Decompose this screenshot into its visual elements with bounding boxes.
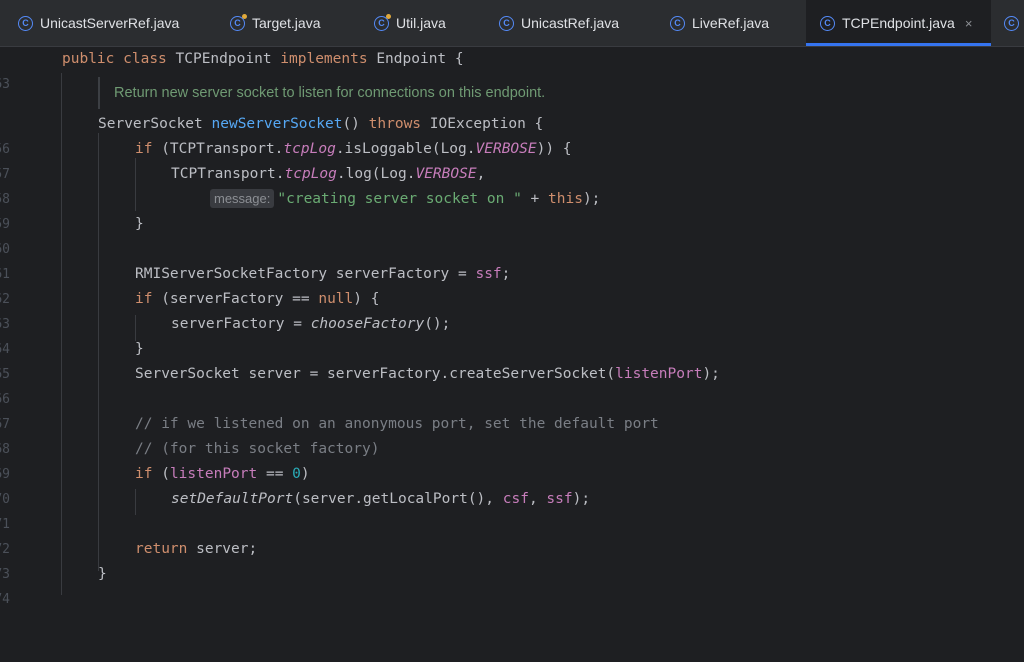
- code-line: 66 ServerSocket server = serverFactory.c…: [0, 362, 1024, 407]
- tab-unicastserverref[interactable]: C UnicastServerRef.java: [18, 0, 179, 46]
- code-comment: // (for this socket factory): [135, 441, 380, 457]
- code-text: }: [135, 216, 144, 232]
- code-text: if (listenPort == 0): [135, 466, 310, 482]
- rendered-doc-comment: Return new server socket to listen for c…: [98, 77, 814, 109]
- class-icon: C: [820, 15, 835, 31]
- code-text: if (TCPTransport.tcpLog.isLoggable(Log.V…: [135, 141, 572, 157]
- code-line: 71 setDefaultPort(server.getLocalPort(),…: [0, 487, 1024, 532]
- tab-tcpendpoint[interactable]: C TCPEndpoint.java ×: [806, 0, 991, 46]
- code-line: 63 if (serverFactory == null) {: [0, 287, 1024, 332]
- tab-label: TCPEndpoint.java: [842, 15, 955, 31]
- parameter-hint: message:: [210, 189, 275, 208]
- tab-unicastref[interactable]: C UnicastRef.java: [499, 0, 619, 46]
- tab-target[interactable]: C Target.java: [230, 0, 320, 46]
- close-icon[interactable]: ×: [965, 16, 973, 31]
- code-editor[interactable]: 63 public class TCPEndpoint implements E…: [0, 47, 1024, 607]
- code-text: ServerSocket newServerSocket() throws IO…: [98, 116, 544, 132]
- code-line: 73 return server;: [0, 537, 1024, 582]
- code-line: 56 ServerSocket newServerSocket() throws…: [0, 112, 1024, 157]
- tab-overflow[interactable]: C: [1004, 0, 1024, 46]
- tab-label: LiveRef.java: [692, 15, 770, 31]
- tab-label: Util.java: [396, 15, 446, 31]
- code-text: ServerSocket server = serverFactory.crea…: [135, 366, 720, 382]
- editor-tab-bar: C UnicastServerRef.java C Target.java C …: [0, 0, 1024, 47]
- code-text: message: "creating server socket on " + t…: [210, 187, 600, 212]
- code-text: }: [135, 341, 144, 357]
- code-text: setDefaultPort(server.getLocalPort(), cs…: [171, 491, 591, 507]
- code-text: public class TCPEndpoint implements Endp…: [62, 51, 464, 67]
- code-line: 58 TCPTransport.tcpLog.log(Log.VERBOSE,: [0, 162, 1024, 207]
- code-line: 60 }: [0, 212, 1024, 257]
- class-icon: C: [499, 15, 514, 31]
- code-text: if (serverFactory == null) {: [135, 291, 380, 307]
- code-line: 62 RMIServerSocketFactory serverFactory …: [0, 262, 1024, 307]
- code-line: 65 }: [0, 337, 1024, 382]
- class-icon: C: [670, 15, 685, 31]
- code-line: 63 public class TCPEndpoint implements E…: [0, 47, 1024, 92]
- line-number: 74: [0, 592, 10, 607]
- code-text: TCPTransport.tcpLog.log(Log.VERBOSE,: [171, 166, 486, 182]
- code-line: 67: [0, 387, 1024, 432]
- class-icon: C: [230, 13, 247, 31]
- code-line: 74 }: [0, 562, 1024, 607]
- line-number: 63: [0, 77, 10, 92]
- tab-label: UnicastServerRef.java: [40, 15, 180, 31]
- code-line: 70 if (listenPort == 0): [0, 462, 1024, 507]
- code-line: 72: [0, 512, 1024, 557]
- tab-util[interactable]: C Util.java: [374, 0, 446, 46]
- code-line: 57 if (TCPTransport.tcpLog.isLoggable(Lo…: [0, 137, 1024, 182]
- code-comment: // if we listened on an anonymous port, …: [135, 416, 659, 432]
- tab-label: Target.java: [252, 15, 321, 31]
- code-line: 69 // (for this socket factory): [0, 437, 1024, 482]
- code-line: 59 message:"creating server socket on " …: [0, 187, 1024, 232]
- tab-liveref[interactable]: C LiveRef.java: [670, 0, 769, 46]
- tab-label: UnicastRef.java: [521, 15, 620, 31]
- code-line: 61: [0, 237, 1024, 282]
- code-line: 68 // if we listened on an anonymous por…: [0, 412, 1024, 457]
- class-icon: C: [374, 13, 391, 31]
- code-text: return server;: [135, 541, 258, 557]
- code-line: 64 serverFactory = chooseFactory();: [0, 312, 1024, 357]
- class-icon: C: [18, 15, 33, 31]
- code-text: serverFactory = chooseFactory();: [171, 316, 451, 332]
- code-text: RMIServerSocketFactory serverFactory = s…: [135, 266, 511, 282]
- code-text: }: [98, 566, 107, 582]
- class-icon: C: [1004, 15, 1019, 31]
